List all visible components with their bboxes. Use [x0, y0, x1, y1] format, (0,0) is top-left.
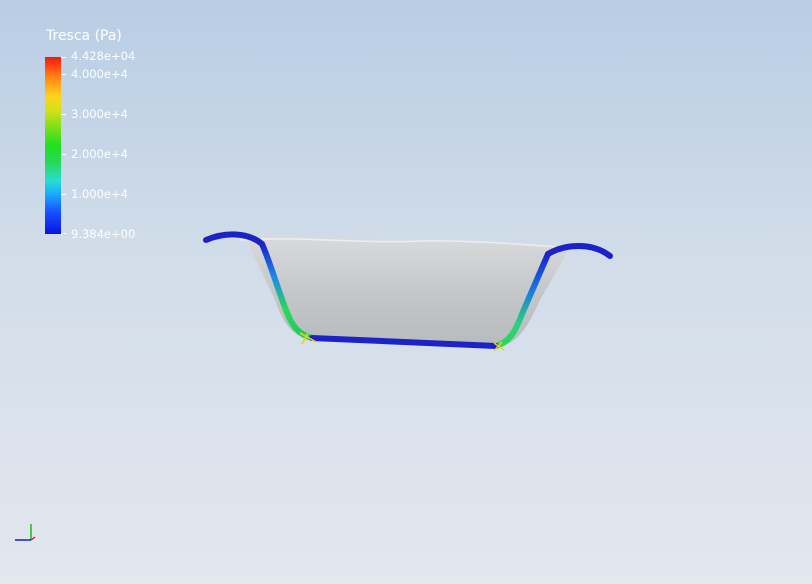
render-viewport[interactable]: Tresca (Pa) 4.428e+04 4.000e+4 3.000e+4 … — [0, 0, 812, 584]
axes-triad-icon — [15, 524, 36, 541]
stress-model[interactable] — [0, 0, 812, 584]
